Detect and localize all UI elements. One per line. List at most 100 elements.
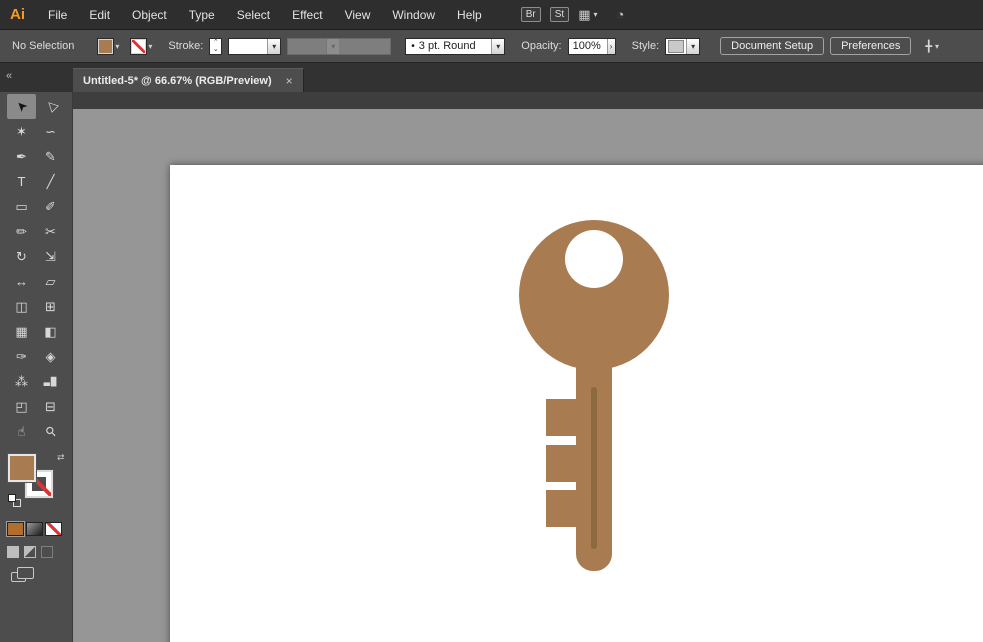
stroke-weight-select[interactable]: ▾ <box>228 38 281 55</box>
column-graph-tool[interactable]: ▃█ <box>36 369 65 394</box>
chevron-down-icon: ▾ <box>326 39 339 54</box>
collapse-panel-icon[interactable]: « <box>6 70 12 82</box>
default-fill-square <box>8 494 16 502</box>
change-screen-mode-button[interactable] <box>11 572 72 582</box>
key-tooth-top[interactable] <box>546 399 577 436</box>
menu-bar: Ai FileEditObjectTypeSelectEffectViewWin… <box>0 0 983 30</box>
screen-mode-icon <box>11 572 26 582</box>
menu-file[interactable]: File <box>37 0 78 30</box>
free-transform-tool[interactable]: ▱ <box>36 269 65 294</box>
menu-help[interactable]: Help <box>446 0 493 30</box>
document-setup-button[interactable]: Document Setup <box>720 37 824 55</box>
blend-tool[interactable]: ◈ <box>36 344 65 369</box>
menu-effect[interactable]: Effect <box>281 0 333 30</box>
opacity-select[interactable]: 100% › <box>568 38 616 55</box>
artboard[interactable] <box>170 165 983 642</box>
rotate-icon: ↻ <box>16 250 27 263</box>
stock-button[interactable]: St <box>550 7 569 22</box>
key-hole[interactable] <box>565 230 623 288</box>
stepper-down-icon[interactable]: ⌄ <box>210 46 221 54</box>
opacity-label[interactable]: Opacity: <box>521 40 561 52</box>
scale-tool[interactable]: ⇲ <box>36 244 65 269</box>
zoom-tool[interactable]: ⚲ <box>36 419 65 444</box>
canvas-area[interactable] <box>73 92 983 642</box>
menubar-items: FileEditObjectTypeSelectEffectViewWindow… <box>37 0 493 29</box>
performance-gauge-icon[interactable]: ◔ <box>617 7 625 22</box>
chevron-right-icon[interactable]: › <box>607 39 615 54</box>
pencil-tool[interactable]: ✏ <box>7 219 36 244</box>
rotate-tool[interactable]: ↻ <box>7 244 36 269</box>
key-artwork[interactable] <box>170 165 983 642</box>
menu-window[interactable]: Window <box>381 0 446 30</box>
direct-selection-icon: ▷ <box>42 98 58 114</box>
menu-select[interactable]: Select <box>226 0 281 30</box>
menu-view[interactable]: View <box>334 0 382 30</box>
bridge-button[interactable]: Br <box>521 7 541 22</box>
variable-width-profile-select[interactable]: ▾ <box>287 38 391 55</box>
illustrator-window: Ai FileEditObjectTypeSelectEffectViewWin… <box>0 0 983 642</box>
direct-selection-tool[interactable]: ▷ <box>36 94 65 119</box>
menu-object[interactable]: Object <box>121 0 178 30</box>
menu-edit[interactable]: Edit <box>78 0 121 30</box>
shape-builder-tool[interactable]: ◫ <box>7 294 36 319</box>
artboard-tool[interactable]: ◰ <box>7 394 36 419</box>
workspace-switcher[interactable]: ▦ ▾ <box>578 7 597 23</box>
swap-fill-stroke-icon[interactable]: ⇄ <box>57 452 65 463</box>
arrange-documents-control[interactable]: ╋ ▾ <box>925 40 939 53</box>
style-label[interactable]: Style: <box>632 40 660 52</box>
preferences-button[interactable]: Preferences <box>830 37 911 55</box>
stepper-up-icon[interactable]: ⌃ <box>210 39 221 47</box>
scissors-tool[interactable]: ✂ <box>36 219 65 244</box>
selection-tool[interactable]: ➤ <box>7 94 36 119</box>
key-groove[interactable] <box>591 387 597 549</box>
line-segment-tool[interactable]: ╱ <box>36 169 65 194</box>
default-fill-stroke-icon[interactable] <box>8 494 22 508</box>
panel-cross-icon: ╋ <box>925 40 932 53</box>
paintbrush-tool[interactable]: ✐ <box>36 194 65 219</box>
chevron-down-icon[interactable]: ▾ <box>491 39 504 54</box>
stroke-weight-stepper[interactable]: ⌃ ⌄ <box>209 38 222 55</box>
fill-color-control[interactable]: ▾ <box>98 39 119 54</box>
stroke-label[interactable]: Stroke: <box>168 40 203 52</box>
draw-normal-button[interactable] <box>7 546 19 558</box>
perspective-grid-tool[interactable]: ⊞ <box>36 294 65 319</box>
paintbrush-icon: ✐ <box>45 200 56 213</box>
free-transform-icon: ▱ <box>46 275 56 288</box>
gradient-tool[interactable]: ◧ <box>36 319 65 344</box>
menu-type[interactable]: Type <box>178 0 226 30</box>
lasso-icon: ∽ <box>45 125 56 138</box>
close-tab-icon[interactable]: × <box>286 74 293 88</box>
brush-definition-select[interactable]: • 3 pt. Round ▾ <box>405 38 505 55</box>
drawing-modes <box>7 546 72 558</box>
gradient-button[interactable] <box>26 522 43 536</box>
key-tooth-middle[interactable] <box>546 445 577 482</box>
lasso-tool[interactable]: ∽ <box>36 119 65 144</box>
curvature-icon: ✎ <box>45 150 56 163</box>
stroke-color-control[interactable]: ▾ <box>131 39 152 54</box>
chevron-down-icon[interactable]: ▾ <box>267 39 280 54</box>
type-icon: T <box>18 175 26 188</box>
draw-inside-button[interactable] <box>41 546 53 558</box>
mesh-tool[interactable]: ▦ <box>7 319 36 344</box>
blend-icon: ◈ <box>46 350 56 363</box>
color-button[interactable] <box>7 522 24 536</box>
symbol-sprayer-tool[interactable]: ⁂ <box>7 369 36 394</box>
slice-tool[interactable]: ⊟ <box>36 394 65 419</box>
type-tool[interactable]: T <box>7 169 36 194</box>
style-select[interactable]: ▾ <box>665 38 700 55</box>
magic-wand-tool[interactable]: ✶ <box>7 119 36 144</box>
rectangle-tool[interactable]: ▭ <box>7 194 36 219</box>
key-tooth-bottom[interactable] <box>546 490 577 527</box>
fill-color-indicator[interactable] <box>8 454 36 482</box>
eyedropper-tool[interactable]: ✑ <box>7 344 36 369</box>
hand-tool[interactable]: ☝ <box>7 419 36 444</box>
document-tab[interactable]: Untitled-5* @ 66.67% (RGB/Preview) × <box>73 68 304 92</box>
draw-behind-button[interactable] <box>24 546 36 558</box>
none-button[interactable] <box>45 522 62 536</box>
curvature-tool[interactable]: ✎ <box>36 144 65 169</box>
pen-tool[interactable]: ✒ <box>7 144 36 169</box>
perspective-grid-icon: ⊞ <box>45 300 56 313</box>
chevron-down-icon[interactable]: ▾ <box>686 39 699 54</box>
width-tool[interactable]: ↔ <box>7 269 36 294</box>
chevron-down-icon: ▾ <box>935 42 939 51</box>
